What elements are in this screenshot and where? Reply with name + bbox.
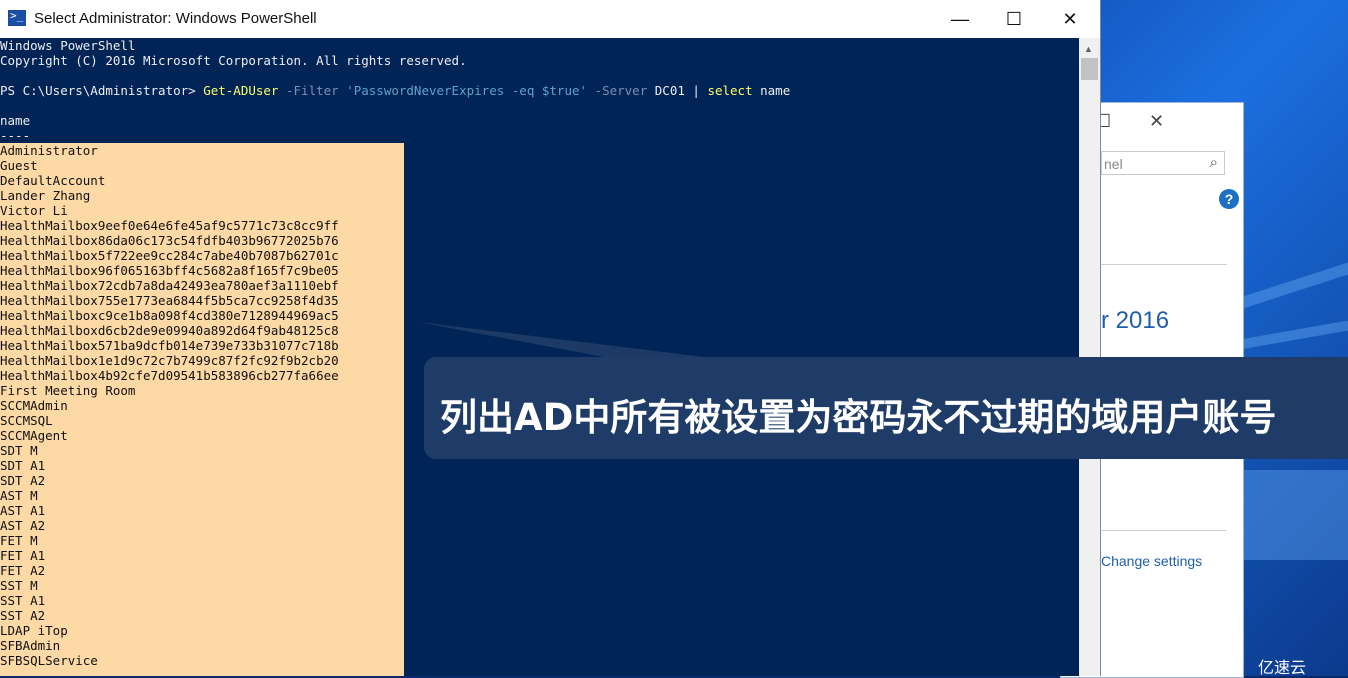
result-row: FET A1	[0, 548, 46, 563]
server-value: DC01 |	[654, 83, 708, 98]
result-row: HealthMailbox571ba9dcfb014e739e733b31077…	[0, 338, 339, 353]
scrollbar-thumb[interactable]	[1081, 58, 1098, 80]
result-row: HealthMailboxd6cb2de9e09940a892d64f9ab48…	[0, 323, 339, 338]
help-icon[interactable]: ?	[1219, 189, 1239, 209]
annotation-callout: 列出AD中所有被设置为密码永不过期的域用户账号	[424, 357, 1348, 459]
result-row: HealthMailbox96f065163bff4c5682a8f165f7c…	[0, 263, 339, 278]
result-row: Lander Zhang	[0, 188, 91, 203]
result-row: Victor Li	[0, 203, 68, 218]
result-row: HealthMailbox5f722ee9cc284c7abe40b7087b6…	[0, 248, 339, 263]
result-row: HealthMailbox755e1773ea6844f5b5ca7cc9258…	[0, 293, 339, 308]
window-titlebar[interactable]: Select Administrator: Windows PowerShell…	[0, 0, 1100, 38]
scroll-up-icon[interactable]: ▲	[1084, 44, 1093, 54]
cmdlet: Get-ADUser	[203, 83, 279, 98]
search-icon[interactable]: ⌕	[1210, 151, 1218, 175]
result-row: SFBSQLService	[0, 653, 98, 668]
result-row: SST A2	[0, 608, 46, 623]
select-cmdlet: select	[707, 83, 753, 98]
parameter: -Filter	[278, 83, 347, 98]
column-rule: ----	[0, 128, 31, 143]
light-beam	[1240, 262, 1348, 310]
search-text: nel	[1104, 156, 1123, 172]
command-line: PS C:\Users\Administrator> Get-ADUser -F…	[0, 83, 790, 98]
result-row: AST M	[0, 488, 38, 503]
result-row: FET M	[0, 533, 38, 548]
powershell-window[interactable]: Select Administrator: Windows PowerShell…	[0, 0, 1101, 676]
windows-version-label: r 2016	[1101, 307, 1170, 334]
callout-text: 列出AD中所有被设置为密码永不过期的域用户账号	[440, 396, 1277, 439]
parameter: -Server	[587, 83, 655, 98]
result-row: SST A1	[0, 593, 46, 608]
result-row: SCCMAdmin	[0, 398, 68, 413]
result-row: HealthMailbox9eef0e64e6fe45af9c5771c73c8…	[0, 218, 339, 233]
result-row: HealthMailbox1e1d9c72c7b7499c87f2fc92f9b…	[0, 353, 339, 368]
result-row: SDT A1	[0, 458, 46, 473]
result-row: FET A2	[0, 563, 46, 578]
result-row: Guest	[0, 158, 38, 173]
window-logo-pane	[1240, 470, 1348, 560]
result-row: SDT M	[0, 443, 38, 458]
select-argument: name	[752, 83, 791, 98]
light-beam	[1240, 320, 1348, 350]
powershell-icon	[8, 9, 26, 26]
result-row: HealthMailboxc9ce1b8a098f4cd380e71289449…	[0, 308, 339, 323]
close-icon[interactable]: ✕	[1149, 111, 1164, 132]
divider	[1101, 530, 1227, 531]
result-row: AST A2	[0, 518, 46, 533]
result-row: DefaultAccount	[0, 173, 106, 188]
close-icon[interactable]: ✕	[1047, 4, 1093, 34]
change-settings-link[interactable]: Change settings	[1101, 553, 1202, 569]
maximize-icon[interactable]: ☐	[991, 4, 1037, 34]
result-row: Administrator	[0, 143, 98, 158]
console-header-line: Copyright (C) 2016 Microsoft Corporation…	[0, 53, 467, 68]
result-row: SCCMAgent	[0, 428, 68, 443]
minimize-icon[interactable]: —	[937, 4, 983, 34]
watermark: 亿速云	[1258, 658, 1307, 677]
result-row: SCCMSQL	[0, 413, 53, 428]
result-row: SST M	[0, 578, 38, 593]
prompt: PS C:\Users\Administrator>	[0, 83, 204, 98]
column-header: name	[0, 113, 31, 128]
result-row: HealthMailbox72cdb7a8da42493ea780aef3a11…	[0, 278, 339, 293]
search-input[interactable]: nel ⌕	[1101, 151, 1225, 175]
result-row: LDAP iTop	[0, 623, 68, 638]
result-row: AST A1	[0, 503, 46, 518]
result-row: First Meeting Room	[0, 383, 136, 398]
result-row: SFBAdmin	[0, 638, 61, 653]
result-row: SDT A2	[0, 473, 46, 488]
result-row: HealthMailbox86da06c173c54fdfb403b967720…	[0, 233, 339, 248]
filter-string: 'PasswordNeverExpires -eq $true'	[346, 83, 588, 98]
console-header-line: Windows PowerShell	[0, 38, 136, 53]
window-title: Select Administrator: Windows PowerShell	[34, 10, 317, 27]
result-row: HealthMailbox4b92cfe7d09541b583896cb277f…	[0, 368, 339, 383]
divider	[1101, 264, 1227, 265]
